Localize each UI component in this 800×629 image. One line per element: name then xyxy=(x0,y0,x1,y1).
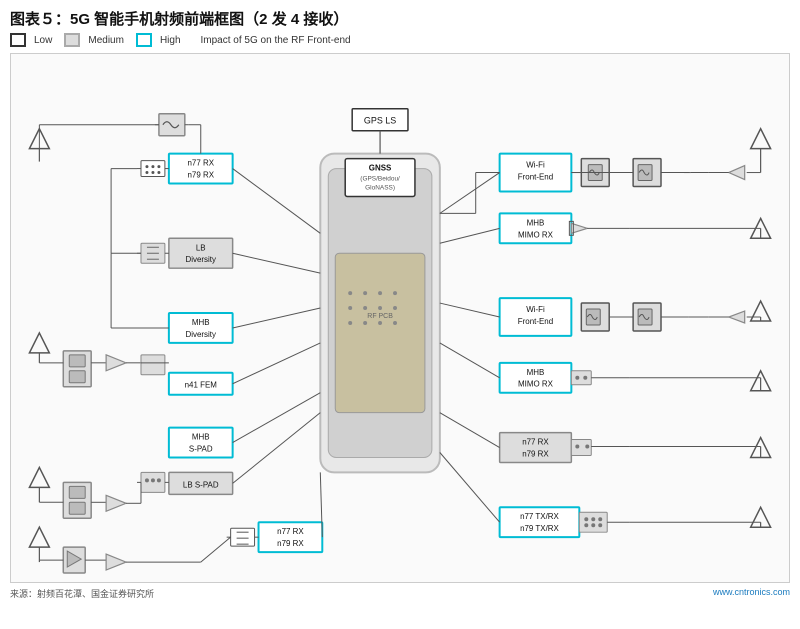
page-container: 图表５：5G 智能手机射频前端框图（2 发 4 接收） Low Medium H… xyxy=(0,0,800,629)
svg-text:MIMO RX: MIMO RX xyxy=(518,230,554,239)
svg-text:Front-End: Front-End xyxy=(518,317,553,326)
legend: Low Medium High Impact of 5G on the RF F… xyxy=(10,33,790,47)
footer-source: 来源：射频百花潭、国金证券研究所 xyxy=(10,587,154,600)
svg-text:MHB: MHB xyxy=(192,433,210,442)
legend-low-label: Low xyxy=(34,35,52,46)
svg-text:n77 RX: n77 RX xyxy=(522,438,549,447)
svg-text:n79 RX: n79 RX xyxy=(522,449,549,458)
svg-text:LB S-PAD: LB S-PAD xyxy=(183,480,219,489)
legend-impact-label: Impact of 5G on the RF Front-end xyxy=(201,35,351,46)
svg-text:n79 RX: n79 RX xyxy=(187,171,214,180)
diagram-svg: RF PCB GPS LS GNSS (GPS/Beidou/ GloNASS) xyxy=(11,54,789,582)
legend-medium-label: Medium xyxy=(88,35,124,46)
svg-text:MIMO RX: MIMO RX xyxy=(518,380,554,389)
svg-text:MHB: MHB xyxy=(527,218,545,227)
svg-text:GPS LS: GPS LS xyxy=(364,116,396,126)
svg-text:Wi-Fi: Wi-Fi xyxy=(526,161,545,170)
page-title: 图表５：5G 智能手机射频前端框图（2 发 4 接收） xyxy=(10,8,790,29)
svg-text:GNSS: GNSS xyxy=(369,164,392,173)
svg-text:Diversity: Diversity xyxy=(186,330,217,339)
svg-text:Wi-Fi: Wi-Fi xyxy=(526,305,545,314)
svg-text:MHB: MHB xyxy=(527,368,545,377)
svg-text:MHB: MHB xyxy=(192,318,210,327)
footer-website: www.cntronics.com xyxy=(713,587,790,600)
svg-text:Diversity: Diversity xyxy=(186,255,217,264)
svg-text:n77 TX/RX: n77 TX/RX xyxy=(520,512,559,521)
svg-text:n77 RX: n77 RX xyxy=(277,527,304,536)
legend-high-label: High xyxy=(160,35,181,46)
svg-text:n79 TX/RX: n79 TX/RX xyxy=(520,524,559,533)
diagram-area: RF PCB GPS LS GNSS (GPS/Beidou/ GloNASS) xyxy=(10,53,790,583)
footer: 来源：射频百花潭、国金证券研究所 www.cntronics.com xyxy=(10,587,790,600)
svg-text:n79 RX: n79 RX xyxy=(277,539,304,548)
svg-text:(GPS/Beidou/: (GPS/Beidou/ xyxy=(360,176,400,183)
svg-text:GloNASS): GloNASS) xyxy=(365,184,395,191)
legend-medium-box xyxy=(64,33,80,47)
svg-text:RF PCB: RF PCB xyxy=(367,313,393,320)
svg-text:LB: LB xyxy=(196,243,206,252)
svg-text:n77 RX: n77 RX xyxy=(187,159,214,168)
legend-high-box xyxy=(136,33,152,47)
svg-text:Front-End: Front-End xyxy=(518,173,553,182)
legend-low-box xyxy=(10,33,26,47)
svg-text:S-PAD: S-PAD xyxy=(189,444,213,453)
svg-text:n41 FEM: n41 FEM xyxy=(185,381,217,390)
